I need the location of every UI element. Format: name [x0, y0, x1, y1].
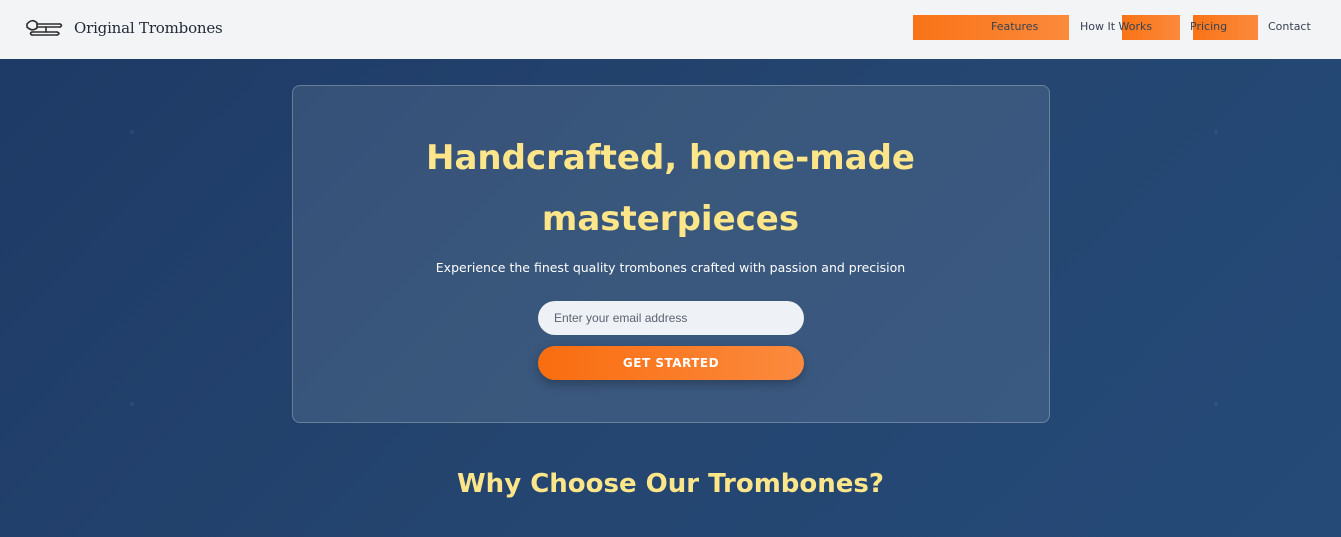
nav-link-features[interactable]: Features [991, 20, 1038, 33]
brand-logo[interactable]: Original Trombones [24, 14, 223, 42]
nav-link-how-it-works[interactable]: How It Works [1080, 20, 1152, 33]
brand-name: Original Trombones [74, 19, 223, 37]
hero-subtitle: Experience the finest quality trombones … [435, 260, 906, 275]
hero-title-line-1: Handcrafted, home-made [426, 138, 915, 178]
decorative-dot [130, 402, 134, 406]
email-input[interactable] [538, 301, 804, 335]
get-started-button[interactable]: GET STARTED [538, 346, 804, 380]
hero-title: Handcrafted, home-made masterpieces [0, 128, 1341, 250]
decorative-dot [1214, 402, 1218, 406]
hero-title-line-2: masterpieces [541, 199, 800, 239]
section-title: Why Choose Our Trombones? [457, 469, 884, 499]
nav-link-pricing[interactable]: Pricing [1190, 20, 1227, 33]
navbar: Original Trombones Features How It Works… [0, 0, 1341, 59]
trombone-icon [26, 19, 63, 36]
nav-link-contact[interactable]: Contact [1268, 20, 1311, 33]
